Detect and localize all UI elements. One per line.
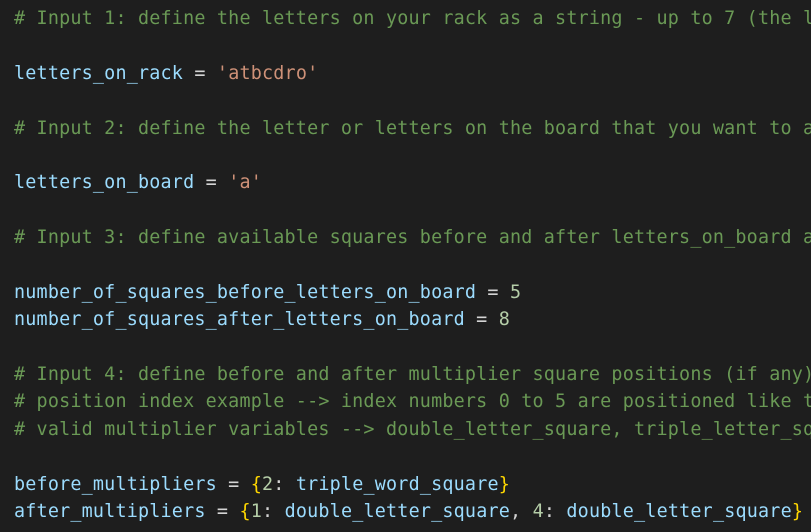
code-line[interactable] bbox=[14, 252, 811, 279]
code-line[interactable]: # position index example --> index numbe… bbox=[14, 388, 811, 415]
code-token-op: : bbox=[262, 501, 285, 523]
code-line[interactable]: number_of_squares_before_letters_on_boar… bbox=[14, 279, 811, 306]
code-token-str: 'a' bbox=[228, 172, 263, 194]
code-line[interactable]: letters_on_rack = 'atbcdro' bbox=[14, 60, 811, 87]
code-token-op: = bbox=[216, 473, 251, 495]
code-token-brace: } bbox=[791, 501, 804, 523]
code-token-comment: # position index example --> index numbe… bbox=[14, 391, 811, 413]
code-token-op: = bbox=[464, 309, 499, 331]
code-line[interactable]: before_multipliers = {2: triple_word_squ… bbox=[14, 471, 811, 498]
code-token-num: 2 bbox=[262, 473, 274, 495]
code-line[interactable]: # Input 1: define the letters on your ra… bbox=[14, 5, 811, 32]
code-token-op: = bbox=[194, 172, 229, 194]
code-lines[interactable]: # Input 1: define the letters on your ra… bbox=[14, 5, 811, 525]
code-token-comment: # Input 4: define before and after multi… bbox=[14, 364, 811, 386]
code-token-op: : bbox=[273, 473, 296, 495]
code-line[interactable]: number_of_squares_after_letters_on_board… bbox=[14, 306, 811, 333]
code-line[interactable]: # Input 3: define available squares befo… bbox=[14, 224, 811, 251]
code-token-num: 1 bbox=[250, 501, 263, 523]
code-token-comment: # valid multiplier variables --> double_… bbox=[14, 418, 811, 440]
code-line[interactable]: letters_on_board = 'a' bbox=[14, 169, 811, 196]
code-line[interactable] bbox=[14, 443, 811, 470]
code-token-num: 8 bbox=[498, 309, 510, 331]
code-editor[interactable]: # Input 1: define the letters on your ra… bbox=[0, 0, 811, 532]
code-token-brace: { bbox=[250, 473, 263, 495]
code-token-op: = bbox=[205, 501, 240, 523]
code-token-var: letters_on_board bbox=[14, 172, 195, 194]
code-token-var: double_letter_square bbox=[566, 501, 792, 523]
code-line[interactable] bbox=[14, 197, 811, 224]
code-token-comment: # Input 2: define the letter or letters … bbox=[14, 117, 811, 139]
code-token-var: letters_on_rack bbox=[14, 62, 184, 84]
code-token-var: double_letter_square bbox=[284, 501, 511, 523]
code-line[interactable] bbox=[14, 334, 811, 361]
code-line[interactable]: # Input 2: define the letter or letters … bbox=[14, 115, 811, 142]
code-token-num: 5 bbox=[509, 281, 522, 303]
code-token-op: = bbox=[183, 62, 217, 84]
code-token-var: number_of_squares_after_letters_on_board bbox=[14, 309, 465, 331]
code-token-op: , bbox=[510, 501, 533, 523]
code-line[interactable]: # valid multiplier variables --> double_… bbox=[14, 416, 811, 443]
code-token-var: number_of_squares_before_letters_on_boar… bbox=[14, 281, 477, 303]
code-token-comment: # Input 1: define the letters on your ra… bbox=[14, 8, 811, 29]
code-token-var: before_multipliers bbox=[14, 473, 217, 495]
code-token-brace: } bbox=[498, 473, 511, 495]
code-line[interactable] bbox=[14, 32, 811, 59]
code-token-var: after_multipliers bbox=[14, 501, 206, 523]
code-token-op: : bbox=[543, 501, 567, 523]
code-line[interactable] bbox=[14, 87, 811, 114]
code-token-comment: # Input 3: define available squares befo… bbox=[14, 227, 811, 249]
code-token-brace: { bbox=[239, 501, 251, 523]
code-line[interactable]: after_multipliers = {1: double_letter_sq… bbox=[14, 498, 811, 525]
code-line[interactable]: # Input 4: define before and after multi… bbox=[14, 361, 811, 388]
code-token-num: 4 bbox=[532, 501, 544, 523]
code-line[interactable] bbox=[14, 142, 811, 169]
code-token-op: = bbox=[476, 281, 510, 303]
code-token-var: triple_word_square bbox=[295, 473, 499, 495]
code-token-str: 'atbcdro' bbox=[216, 62, 319, 84]
